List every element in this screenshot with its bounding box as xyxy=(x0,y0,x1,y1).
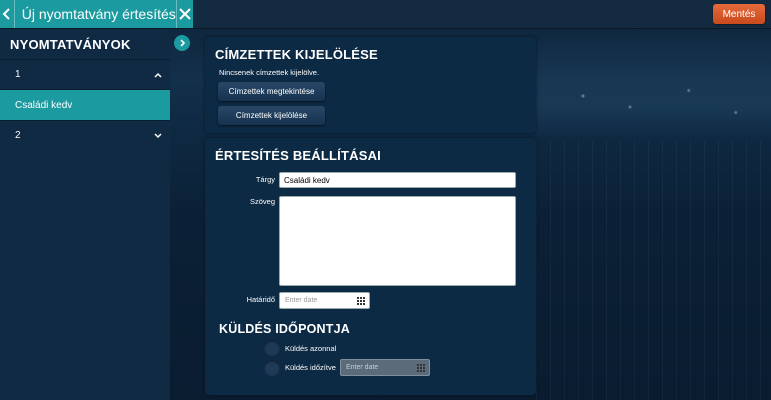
send-scheduled-radio[interactable] xyxy=(264,360,280,376)
recipients-panel: CÍMZETTEK KIJELÖLÉSE Nincsenek címzettek… xyxy=(205,37,536,133)
chevron-left-icon xyxy=(2,8,10,20)
sidebar-item-csaladi-kedv[interactable]: Családi kedv xyxy=(0,89,170,120)
close-icon xyxy=(179,8,191,20)
notification-settings-panel: ÉRTESÍTÉS BEÁLLÍTÁSAI Tárgy Családi kedv… xyxy=(205,138,536,395)
text-label: Szöveg xyxy=(249,197,275,206)
send-now-radio[interactable] xyxy=(264,340,280,356)
text-area[interactable] xyxy=(279,196,516,286)
select-recipients-button[interactable]: Címzettek kijelölése xyxy=(218,106,325,125)
deadline-label: Határidő xyxy=(246,295,275,304)
sidebar-item-group-1[interactable]: 1 xyxy=(0,59,170,89)
scheduled-placeholder: Enter date xyxy=(346,364,379,371)
close-button[interactable] xyxy=(175,0,193,28)
background-reflection xyxy=(536,140,771,400)
chevron-down-icon xyxy=(154,132,162,138)
deadline-placeholder: Enter date xyxy=(285,297,318,304)
chevron-up-icon xyxy=(154,72,162,78)
view-recipients-button[interactable]: Címzettek megtekintése xyxy=(218,82,325,101)
sidebar-heading: NYOMTATVÁNYOK xyxy=(10,36,131,52)
chevron-right-icon xyxy=(180,39,186,47)
subject-input[interactable]: Családi kedv xyxy=(279,172,516,188)
send-now-label: Küldés azonnal xyxy=(285,344,337,353)
recipients-title: CÍMZETTEK KIJELÖLÉSE xyxy=(215,47,378,62)
deadline-date-input[interactable]: Enter date xyxy=(279,292,370,309)
save-button[interactable]: Mentés xyxy=(713,4,765,24)
calendar-icon[interactable] xyxy=(357,297,365,305)
sidebar-item-label: 2 xyxy=(15,130,21,141)
sidebar-item-group-2[interactable]: 2 xyxy=(0,120,170,150)
send-scheduled-label: Küldés időzítve xyxy=(285,363,336,372)
sidebar-toggle-button[interactable] xyxy=(174,35,190,51)
top-bar: Új nyomtatvány értesítés Mentés xyxy=(0,0,771,29)
recipients-status: Nincsenek címzettek kijelölve. xyxy=(219,68,320,77)
calendar-icon[interactable] xyxy=(417,364,425,372)
send-time-title: KÜLDÉS IDŐPONTJA xyxy=(219,322,350,336)
sidebar: NYOMTATVÁNYOK 1 Családi kedv 2 xyxy=(0,29,170,400)
sidebar-item-label: Családi kedv xyxy=(15,99,73,111)
settings-title: ÉRTESÍTÉS BEÁLLÍTÁSAI xyxy=(215,148,381,163)
background-city-lights xyxy=(536,30,771,140)
subject-label: Tárgy xyxy=(255,175,275,184)
sidebar-item-label: 1 xyxy=(15,69,21,80)
page-title: Új nyomtatvány értesítés xyxy=(21,6,176,22)
title-tab: Új nyomtatvány értesítés xyxy=(0,0,193,28)
scheduled-date-input[interactable]: Enter date xyxy=(340,359,430,376)
back-button[interactable] xyxy=(0,0,15,28)
